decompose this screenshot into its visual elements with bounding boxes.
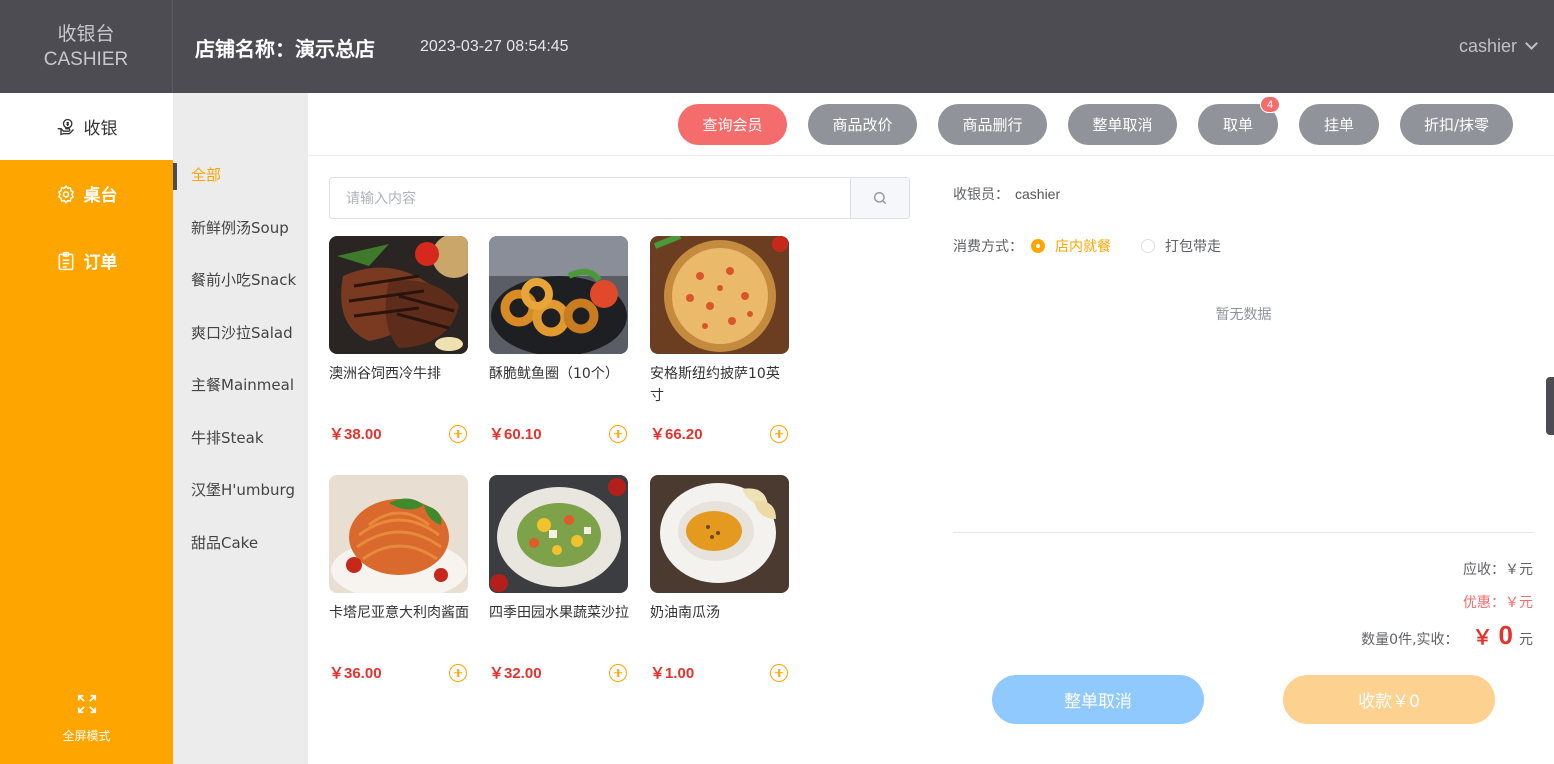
radio-takeaway[interactable]: 打包带走 — [1141, 236, 1221, 256]
product-image-squid-rings[interactable] — [489, 236, 628, 354]
nav-label-orders: 订单 — [83, 253, 118, 273]
search-button[interactable] — [850, 178, 909, 218]
product-name: 卡塔尼亚意大利肉酱面 — [329, 605, 469, 621]
main-nav: 收银 桌台 订单 全屏模式 — [0, 93, 173, 764]
product-card: 澳洲谷饲西冷牛排 ￥38.00 — [329, 236, 470, 443]
cashier-hand-icon — [57, 118, 74, 135]
user-menu[interactable]: cashier — [1458, 36, 1538, 57]
query-member-button[interactable]: 查询会员 — [678, 104, 787, 145]
product-image-salad[interactable] — [489, 475, 628, 593]
product-price: ￥36.00 — [329, 665, 382, 682]
product-price: ￥66.20 — [650, 426, 703, 443]
discount-button[interactable]: 折扣/抹零 — [1400, 104, 1513, 145]
product-price: ￥1.00 — [650, 665, 695, 682]
cancel-whole-order-button[interactable]: 整单取消 — [992, 675, 1204, 724]
category-soup[interactable]: 新鲜例汤Soup — [173, 216, 308, 269]
change-price-button[interactable]: 商品改价 — [808, 104, 917, 145]
search-icon — [874, 192, 887, 205]
empty-cart-text: 暂无数据 — [1215, 307, 1272, 323]
top-header: 收银台 CASHIER 店铺名称：演示总店 2023-03-27 08:54:4… — [0, 0, 1554, 93]
add-to-cart-icon[interactable] — [770, 424, 788, 443]
radio-checked-icon — [1031, 239, 1045, 253]
brand-cn: 收银台 — [57, 22, 115, 45]
fullscreen-label: 全屏模式 — [62, 729, 111, 743]
product-name: 奶油南瓜汤 — [650, 605, 720, 621]
product-price: ￥60.10 — [489, 426, 542, 443]
username: cashier — [1458, 36, 1517, 56]
category-snack[interactable]: 餐前小吃Snack — [173, 268, 308, 321]
add-to-cart-icon[interactable] — [449, 424, 467, 443]
cashier-info: 收银员： cashier — [953, 184, 1060, 204]
product-price: ￥38.00 — [329, 426, 382, 443]
product-card: 安格斯纽约披萨10英寸 ￥66.20 — [650, 236, 791, 443]
consumption-mode: 消费方式： 店内就餐 打包带走 — [953, 236, 1221, 256]
cashier-name: cashier — [1015, 186, 1061, 202]
nav-item-table[interactable]: 桌台 — [0, 160, 173, 227]
category-mainmeal[interactable]: 主餐Mainmeal — [173, 373, 308, 426]
total-summary: 数量0件,实收： ￥ 0 元 — [1361, 620, 1533, 651]
category-salad[interactable]: 爽口沙拉Salad — [173, 321, 308, 374]
nav-label-cashier: 收银 — [83, 119, 118, 139]
radio-unchecked-icon — [1141, 239, 1155, 253]
radio-takeaway-label: 打包带走 — [1165, 239, 1221, 255]
cancel-order-button[interactable]: 整单取消 — [1068, 104, 1177, 145]
retrieve-order-label: 取单 — [1222, 116, 1253, 134]
current-datetime: 2023-03-27 08:54:45 — [420, 38, 569, 55]
nav-item-cashier[interactable]: 收银 — [0, 93, 173, 160]
product-price: ￥32.00 — [489, 665, 542, 682]
add-to-cart-icon[interactable] — [609, 663, 627, 682]
fullscreen-toggle[interactable]: 全屏模式 — [0, 693, 173, 744]
radio-dine-in[interactable]: 店内就餐 — [1031, 236, 1111, 256]
nav-label-table: 桌台 — [83, 186, 118, 206]
product-image-pumpkin-soup[interactable] — [650, 475, 789, 593]
category-all[interactable]: 全部 — [173, 163, 308, 216]
currency-unit: 元 — [1519, 632, 1533, 648]
retrieve-order-button[interactable]: 取单 4 — [1198, 96, 1280, 145]
action-toolbar: 查询会员 商品改价 商品删行 整单取消 取单 4 挂单 折扣/抹零 — [308, 93, 1554, 156]
discount-amount: 优惠：￥元 — [1463, 595, 1533, 611]
side-drawer-handle[interactable] — [1546, 377, 1554, 435]
table-gear-icon — [57, 184, 74, 204]
cashier-label: 收银员： — [953, 187, 1009, 203]
category-cake[interactable]: 甜品Cake — [173, 531, 308, 584]
category-list: 全部 新鲜例汤Soup 餐前小吃Snack 爽口沙拉Salad 主餐Mainme… — [173, 93, 308, 764]
search-input[interactable] — [330, 178, 850, 218]
add-to-cart-icon[interactable] — [609, 424, 627, 443]
product-card: 奶油南瓜汤 ￥1.00 — [650, 475, 791, 682]
total-amount: 0 — [1498, 620, 1513, 650]
product-name: 酥脆鱿鱼圈（10个） — [489, 366, 619, 382]
divider — [953, 532, 1534, 533]
product-name: 四季田园水果蔬菜沙拉 — [489, 605, 629, 621]
product-image-steak[interactable] — [329, 236, 468, 354]
mode-label: 消费方式： — [953, 239, 1023, 255]
quantity-label: 数量0件,实收： — [1361, 632, 1459, 648]
delete-line-button[interactable]: 商品删行 — [938, 104, 1047, 145]
category-steak[interactable]: 牛排Steak — [173, 426, 308, 479]
product-search — [329, 177, 910, 219]
product-card: 卡塔尼亚意大利肉酱面 ￥36.00 — [329, 475, 470, 682]
brand-en: CASHIER — [43, 48, 129, 70]
add-to-cart-icon[interactable] — [449, 663, 467, 682]
hold-order-button[interactable]: 挂单 — [1299, 104, 1379, 145]
radio-dine-in-label: 店内就餐 — [1055, 239, 1111, 255]
product-card: 四季田园水果蔬菜沙拉 ￥32.00 — [489, 475, 630, 682]
product-card: 酥脆鱿鱼圈（10个） ￥60.10 — [489, 236, 630, 443]
fullscreen-icon — [77, 694, 96, 714]
order-clipboard-icon — [58, 251, 73, 270]
nav-item-orders[interactable]: 订单 — [0, 227, 173, 294]
product-image-pizza[interactable] — [650, 236, 789, 354]
product-name: 安格斯纽约披萨10英寸 — [650, 366, 780, 404]
checkout-button[interactable]: 收款￥0 — [1283, 675, 1495, 724]
held-orders-badge: 4 — [1260, 96, 1280, 113]
product-name: 澳洲谷饲西冷牛排 — [329, 366, 441, 382]
currency-symbol: ￥ — [1472, 625, 1493, 649]
category-burger[interactable]: 汉堡H'umburg — [173, 478, 308, 531]
receivable-amount: 应收：￥元 — [1463, 562, 1533, 578]
brand-logo: 收银台 CASHIER — [0, 0, 173, 93]
chevron-down-icon — [1525, 37, 1538, 50]
product-image-pasta[interactable] — [329, 475, 468, 593]
store-name: 店铺名称：演示总店 — [195, 37, 375, 61]
add-to-cart-icon[interactable] — [770, 663, 788, 682]
